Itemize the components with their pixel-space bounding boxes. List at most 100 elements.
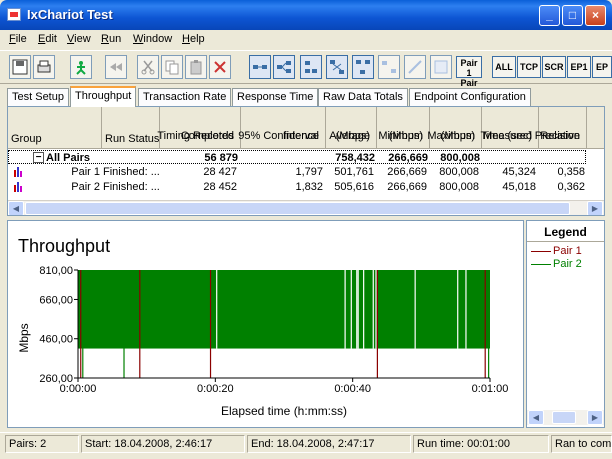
- cell-maximum: 800,008: [440, 152, 480, 164]
- pair-group-icon[interactable]: [300, 55, 322, 79]
- legend-divider: [527, 241, 604, 242]
- disabled-pair-icon[interactable]: [378, 55, 400, 79]
- tab-strip: Test Setup Throughput Transaction Rate R…: [0, 86, 612, 107]
- tab-response-time[interactable]: Response Time: [232, 88, 319, 106]
- col-average[interactable]: Average (Mbps): [326, 107, 377, 149]
- legend-label: Pair 2: [553, 258, 582, 270]
- cut-icon[interactable]: [137, 55, 159, 79]
- x-tick-label: 0:01:00: [472, 383, 509, 395]
- x-axis-label: Elapsed time (h:mm:ss): [221, 404, 347, 418]
- scroll-right-button[interactable]: ▶: [587, 201, 603, 215]
- pair-chart-icon: [14, 167, 22, 177]
- table-row[interactable]: Pair 1 Finished: ... 28 427 1,797 501,76…: [8, 165, 604, 179]
- results-table: Group Run Status Timing Records Completed…: [7, 106, 605, 216]
- menu-window[interactable]: Window: [133, 33, 172, 45]
- x-tick-label: 0:00:20: [197, 383, 234, 395]
- close-button[interactable]: ×: [585, 5, 606, 26]
- edit-pair-icon[interactable]: [326, 55, 348, 79]
- minimize-button[interactable]: _: [539, 5, 560, 26]
- cell-average: 501,761: [334, 166, 374, 178]
- scroll-left-button[interactable]: ◀: [528, 410, 544, 425]
- menu-bar: File Edit View Run Window Help: [0, 30, 612, 49]
- menu-file[interactable]: File: [9, 33, 27, 45]
- rewind-icon[interactable]: [105, 55, 127, 79]
- col-confidence[interactable]: 95% Confidence Interval: [238, 107, 326, 149]
- cell-group: All Pairs: [46, 152, 91, 164]
- run-icon[interactable]: [70, 55, 92, 79]
- cell-confidence: 1,832: [295, 181, 323, 193]
- window-title: IxChariot Test: [27, 7, 113, 22]
- legend-item-pair-2: Pair 2: [531, 258, 582, 270]
- print-icon[interactable]: [33, 55, 55, 79]
- col-timing-records[interactable]: Timing Records Completed: [157, 107, 241, 149]
- col-run-status[interactable]: Run Status: [102, 107, 160, 149]
- paste-icon[interactable]: [185, 55, 207, 79]
- maximize-button[interactable]: □: [562, 5, 583, 26]
- tab-transaction-rate[interactable]: Transaction Rate: [138, 88, 232, 106]
- cell-relative-precision: 0,362: [557, 181, 585, 193]
- disabled-edit-icon[interactable]: [430, 55, 452, 79]
- table-horizontal-scrollbar[interactable]: ◀ ▶: [8, 200, 604, 215]
- tab-raw-data-totals[interactable]: Raw Data Totals: [318, 88, 408, 106]
- menu-view[interactable]: View: [67, 33, 91, 45]
- col-minimum[interactable]: Minimum (Mbps): [377, 107, 430, 149]
- col-measured-time[interactable]: Measured Time (sec): [480, 107, 539, 149]
- cell-minimum: 266,669: [387, 181, 427, 193]
- cell-measured-time: 45,324: [502, 166, 536, 178]
- y-axis-label: Mbps: [17, 323, 31, 352]
- ep2-button[interactable]: EP: [592, 56, 612, 78]
- cell-group: Pair 2: [71, 181, 100, 193]
- tab-throughput[interactable]: Throughput: [70, 86, 137, 107]
- cell-minimum: 266,669: [388, 152, 428, 164]
- add-pair-icon[interactable]: [249, 55, 271, 79]
- status-run-time: Run time: 00:01:00: [413, 435, 549, 453]
- tcp-button[interactable]: TCP: [517, 56, 541, 78]
- cell-confidence: 1,797: [295, 166, 323, 178]
- legend-swatch-pair-2: [531, 263, 551, 265]
- tab-endpoint-configuration[interactable]: Endpoint Configuration: [409, 88, 531, 106]
- cell-run-status: Finished: ...: [103, 166, 159, 178]
- collapse-toggle[interactable]: −: [33, 152, 44, 163]
- pair-1-label: Pair 1: [460, 58, 478, 78]
- col-maximum[interactable]: Maximum (Mbps): [427, 107, 482, 149]
- cell-maximum: 800,008: [439, 181, 479, 193]
- scroll-thumb[interactable]: [552, 411, 576, 424]
- copy-icon[interactable]: [161, 55, 183, 79]
- tab-test-setup[interactable]: Test Setup: [7, 88, 69, 106]
- table-row[interactable]: Pair 2 Finished: ... 28 452 1,832 505,61…: [8, 180, 604, 194]
- col-group[interactable]: Group: [8, 107, 102, 149]
- menu-run[interactable]: Run: [101, 33, 121, 45]
- cell-average: 505,616: [334, 181, 374, 193]
- swap-pair-icon[interactable]: [352, 55, 374, 79]
- scroll-right-button[interactable]: ▶: [587, 410, 603, 425]
- menu-help[interactable]: Help: [182, 33, 205, 45]
- status-completion: Ran to com: [551, 435, 612, 453]
- legend-item-pair-1: Pair 1: [531, 245, 582, 257]
- scr-button[interactable]: SCR: [542, 56, 566, 78]
- pair-swap-button[interactable]: Pair 1Pair 2: [456, 56, 482, 98]
- scroll-thumb[interactable]: [25, 202, 570, 215]
- status-pairs: Pairs: 2: [5, 435, 79, 453]
- table-header: Group Run Status Timing Records Completed…: [8, 107, 604, 149]
- table-row-all-pairs[interactable]: − All Pairs 56 879 758,432 266,669 800,0…: [8, 150, 586, 164]
- pair-chart-icon: [14, 182, 22, 192]
- y-tick-label: 660,00: [39, 294, 73, 306]
- chart-title: Throughput: [18, 236, 110, 256]
- y-tick-label: 810,00: [39, 265, 73, 277]
- col-relative-precision[interactable]: Relative Precision: [535, 107, 587, 149]
- disabled-script-icon[interactable]: [404, 55, 426, 79]
- cell-minimum: 266,669: [387, 166, 427, 178]
- x-tick-label: 0:00:40: [334, 383, 371, 395]
- status-bar: Pairs: 2 Start: 18.04.2008, 2:46:17 End:…: [0, 432, 612, 459]
- legend-scrollbar[interactable]: ◀ ▶: [527, 410, 604, 425]
- title-bar[interactable]: IxChariot Test _ □ ×: [0, 0, 612, 30]
- throughput-chart-pane: Throughput Mbps Elapsed time (h:mm:ss) 8…: [7, 220, 524, 428]
- menu-edit[interactable]: Edit: [38, 33, 57, 45]
- all-button[interactable]: ALL: [492, 56, 516, 78]
- delete-icon[interactable]: [209, 55, 231, 79]
- save-icon[interactable]: [9, 55, 31, 79]
- legend-title: Legend: [544, 225, 587, 239]
- scroll-left-button[interactable]: ◀: [8, 201, 24, 215]
- ep1-button[interactable]: EP1: [567, 56, 591, 78]
- add-multicast-icon[interactable]: [273, 55, 295, 79]
